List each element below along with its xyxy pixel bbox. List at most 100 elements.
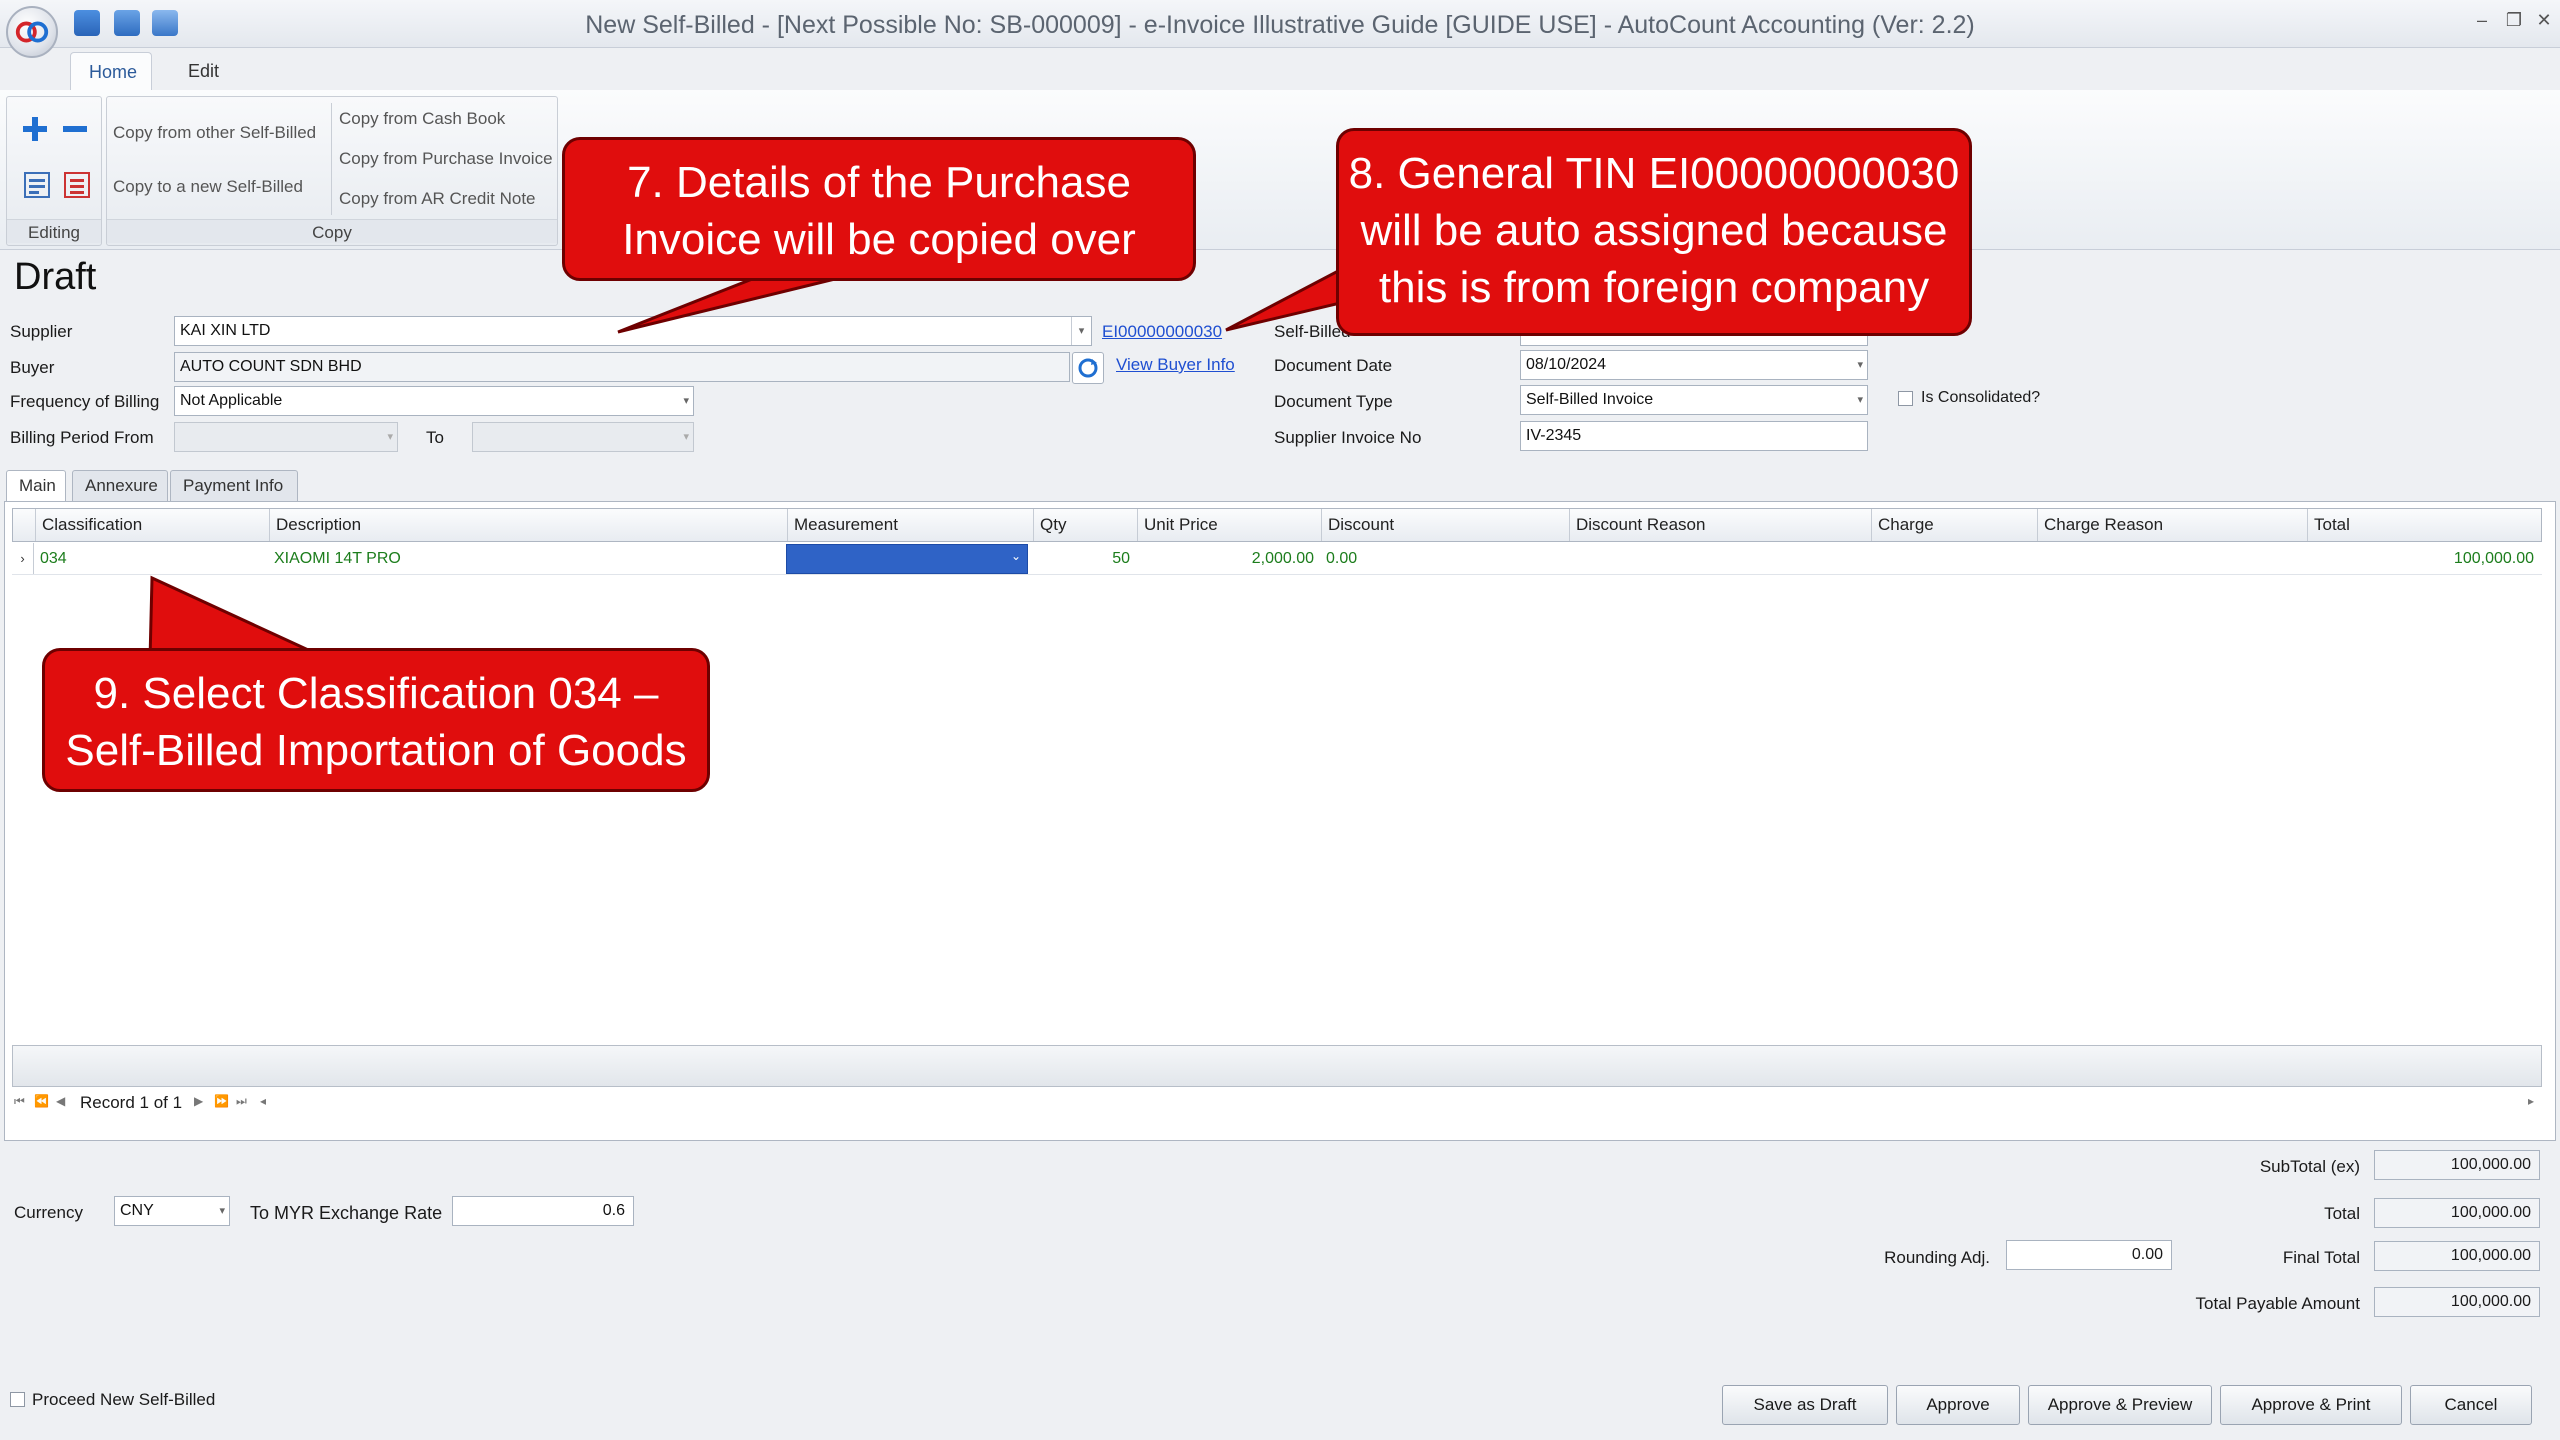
refresh-buyer-icon[interactable]: [1072, 352, 1104, 384]
next-record-icon[interactable]: ▶: [194, 1094, 203, 1108]
supplier-invoice-value: IV-2345: [1526, 427, 1582, 444]
supplier-invoice-field[interactable]: IV-2345: [1520, 421, 1868, 451]
copy-to-new-self-billed-button[interactable]: Copy to a new Self-Billed: [113, 177, 303, 197]
copy-from-cash-book-button[interactable]: Copy from Cash Book: [339, 109, 505, 129]
billing-period-from-field[interactable]: ▾: [174, 422, 398, 452]
cell-total[interactable]: 100,000.00: [2306, 543, 2540, 574]
column-total[interactable]: Total: [2307, 509, 2541, 541]
first-record-icon[interactable]: ⏮: [14, 1094, 25, 1109]
copy-from-purchase-invoice-button[interactable]: Copy from Purchase Invoice: [339, 149, 553, 169]
cell-charge[interactable]: [1870, 543, 2036, 574]
final-total-value: 100,000.00: [2374, 1241, 2540, 1271]
cell-measurement-value: [787, 550, 793, 567]
final-total-label: Final Total: [2282, 1248, 2360, 1267]
select-rows-icon[interactable]: [21, 169, 53, 201]
is-consolidated-label: Is Consolidated?: [1921, 389, 2041, 406]
next-page-icon[interactable]: ⏩: [214, 1094, 229, 1108]
proceed-new-label: Proceed New Self-Billed: [32, 1390, 216, 1409]
column-discount[interactable]: Discount: [1321, 509, 1569, 541]
cell-unit-price[interactable]: 2,000.00: [1136, 543, 1320, 574]
chevron-down-icon[interactable]: ▾: [1857, 351, 1863, 379]
rounding-adj-field[interactable]: 0.00: [2006, 1240, 2172, 1270]
supplier-value: KAI XIN LTD: [180, 322, 271, 339]
cell-charge-reason[interactable]: [2036, 543, 2306, 574]
column-classification[interactable]: Classification: [35, 509, 281, 541]
approve-preview-button[interactable]: Approve & Preview: [2028, 1385, 2212, 1425]
remove-row-icon[interactable]: [59, 113, 91, 145]
frequency-select[interactable]: Not Applicable ▾: [174, 386, 694, 416]
chevron-down-icon[interactable]: ▾: [1857, 386, 1863, 414]
callout-8-line3: this is from foreign company: [1378, 263, 1930, 312]
document-type-value: Self-Billed Invoice: [1526, 391, 1654, 408]
total-label: Total: [2324, 1204, 2360, 1223]
autocount-logo-icon: [15, 21, 49, 43]
cell-discount-reason[interactable]: [1568, 543, 1870, 574]
chevron-down-icon[interactable]: ⌄: [1011, 549, 1021, 563]
ribbon-tab-strip: Home Edit: [0, 48, 2560, 90]
window-title: New Self-Billed - [Next Possible No: SB-…: [585, 11, 1975, 39]
print-quick-icon[interactable]: [152, 10, 178, 36]
table-row[interactable]: 034 XIAOMI 14T PRO 50 2,000.00 0.00 100,…: [12, 543, 2542, 575]
view-buyer-info-link[interactable]: View Buyer Info: [1116, 355, 1235, 375]
supplier-field[interactable]: KAI XIN LTD ▾: [174, 316, 1092, 346]
billing-period-to-field[interactable]: ▾: [472, 422, 694, 452]
buyer-field[interactable]: AUTO COUNT SDN BHD: [174, 352, 1070, 382]
save-as-draft-button[interactable]: Save as Draft: [1722, 1385, 1888, 1425]
column-charge[interactable]: Charge: [1871, 509, 2037, 541]
buyer-label: Buyer: [10, 358, 55, 377]
save-new-quick-icon[interactable]: [114, 10, 140, 36]
restore-icon[interactable]: ❐: [2502, 10, 2526, 31]
record-counter: Record 1 of 1: [80, 1093, 183, 1112]
copy-group-label: Copy: [107, 219, 557, 243]
frequency-label: Frequency of Billing: [10, 392, 160, 411]
scroll-left-icon[interactable]: ◂: [260, 1094, 266, 1108]
callout-7-line2: Invoice will be copied over: [622, 215, 1136, 264]
copy-group-divider: [331, 103, 332, 215]
list-detail-icon[interactable]: [61, 169, 93, 201]
copy-from-other-self-billed-button[interactable]: Copy from other Self-Billed: [113, 123, 316, 143]
exchange-rate-value: 0.6: [602, 1202, 625, 1219]
total-payable-label: Total Payable Amount: [2195, 1294, 2360, 1313]
tab-payment-info[interactable]: Payment Info: [170, 470, 298, 502]
scroll-right-icon[interactable]: ▸: [2528, 1094, 2534, 1108]
approve-button[interactable]: Approve: [1896, 1385, 2020, 1425]
last-record-icon[interactable]: ⏭: [236, 1094, 247, 1109]
column-discount-reason[interactable]: Discount Reason: [1569, 509, 1871, 541]
total-payable-value: 100,000.00: [2374, 1287, 2540, 1317]
chevron-down-icon[interactable]: ▾: [1071, 317, 1091, 345]
approve-print-button[interactable]: Approve & Print: [2220, 1385, 2402, 1425]
add-row-icon[interactable]: [19, 113, 51, 145]
cell-measurement-dropdown[interactable]: ⌄: [786, 544, 1028, 574]
cell-qty[interactable]: 50: [1032, 543, 1136, 574]
cell-description[interactable]: XIAOMI 14T PRO: [268, 543, 786, 574]
document-type-select[interactable]: Self-Billed Invoice ▾: [1520, 385, 1868, 415]
column-description[interactable]: Description: [269, 509, 787, 541]
column-charge-reason[interactable]: Charge Reason: [2037, 509, 2307, 541]
is-consolidated-checkbox[interactable]: [1898, 391, 1913, 406]
tab-annexure[interactable]: Annexure: [72, 470, 168, 502]
prev-record-icon[interactable]: ◀: [56, 1094, 65, 1108]
supplier-tin-link[interactable]: EI00000000030: [1102, 322, 1222, 342]
cell-discount[interactable]: 0.00: [1320, 543, 1568, 574]
cancel-button[interactable]: Cancel: [2410, 1385, 2532, 1425]
column-unit-price[interactable]: Unit Price: [1137, 509, 1321, 541]
tab-main[interactable]: Main: [6, 470, 66, 502]
exchange-rate-field[interactable]: 0.6: [452, 1196, 634, 1226]
prev-page-icon[interactable]: ⏪: [34, 1094, 49, 1108]
chevron-down-icon[interactable]: ▾: [683, 387, 689, 415]
document-date-field[interactable]: 08/10/2024 ▾: [1520, 350, 1868, 380]
proceed-new-checkbox[interactable]: [10, 1392, 25, 1407]
close-icon[interactable]: ✕: [2532, 10, 2556, 31]
tab-edit[interactable]: Edit: [170, 52, 237, 90]
save-quick-icon[interactable]: [74, 10, 100, 36]
supplier-label: Supplier: [10, 322, 73, 341]
copy-from-ar-credit-note-button[interactable]: Copy from AR Credit Note: [339, 189, 536, 209]
chevron-down-icon[interactable]: ▾: [219, 1197, 225, 1225]
minimize-icon[interactable]: –: [2470, 10, 2494, 31]
cell-classification[interactable]: 034: [34, 543, 268, 574]
column-measurement[interactable]: Measurement: [787, 509, 1033, 541]
tab-home[interactable]: Home: [70, 52, 152, 90]
currency-select[interactable]: CNY ▾: [114, 1196, 230, 1226]
column-qty[interactable]: Qty: [1033, 509, 1137, 541]
grid-footer: [12, 1045, 2542, 1087]
